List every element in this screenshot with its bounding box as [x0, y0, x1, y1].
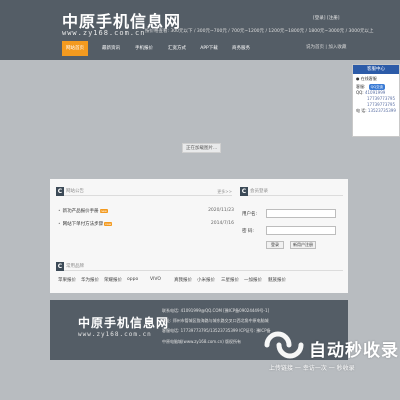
qq-number: 41091999 — [364, 90, 386, 95]
online-service-label: ● 在线客服 — [356, 76, 377, 81]
footer-logo-url: www.zy168.com.cn — [78, 331, 152, 338]
login-panel-header: C 会员登录 — [240, 187, 343, 196]
footer-info-line: 客服电话: 17739773795/13523735399 ICP证号: 豫IC… — [162, 328, 271, 333]
tel-label: 电 话: — [356, 108, 367, 113]
customer-service-panel: 客服中心 ● 在线客服 客服: QQ交谈 QQ: 41091999 177397… — [352, 64, 400, 137]
news-item-date: 2014/7/16 — [210, 221, 234, 226]
customer-service-header: 客服中心 — [353, 65, 399, 74]
homepage-favorite-links[interactable]: 说为首页 | 加入收藏 — [306, 44, 346, 50]
brand-link[interactable]: 华为报价 — [81, 277, 99, 283]
site-header: 中原手机信息网 www.zy168.com.cn [登录] [注册] 按价格查看… — [0, 0, 400, 60]
brand-link[interactable]: 真我报价 — [174, 277, 192, 283]
nav-item-prices[interactable]: 手机报价 — [129, 41, 159, 56]
site-logo-url: www.zy168.com.cn — [62, 29, 146, 37]
footer-info-line: 联系电话: 41091999@QQ.COM [豫ICP备09024449号-1] — [162, 308, 270, 313]
service-label: 客服: — [356, 84, 366, 89]
news-item[interactable]: • 网站下单付方法步骤 new 2014/7/16 — [58, 221, 234, 227]
loading-message: 正在加载图片... — [182, 143, 222, 153]
login-register-links[interactable]: [登录] [注册] — [313, 15, 339, 21]
brand-link[interactable]: VIVO — [150, 277, 161, 282]
login-panel-title: 会员登录 — [250, 189, 268, 194]
username-input[interactable] — [266, 209, 336, 218]
footer-info-line: 中原电脑城(www.zy168.com.cn) 版权所有 — [162, 339, 242, 344]
nav-item-app[interactable]: APP下载 — [194, 41, 224, 56]
new-badge: new — [99, 208, 108, 213]
phone-number-2: 17739773795 — [367, 102, 395, 107]
brand-link[interactable]: 魅族报价 — [268, 277, 286, 283]
phone-number-1: 17739773795 — [367, 96, 395, 101]
bullet-icon: • — [58, 209, 61, 214]
watermark-text: 自动秒收录 — [309, 341, 399, 361]
category-badge-icon: C — [56, 262, 64, 271]
new-badge: new — [104, 221, 113, 226]
bullet-icon: • — [58, 222, 61, 227]
tel-line: 电 话: 13523735399 — [353, 108, 399, 114]
news-panel-header: C 网站公告 更多>> — [56, 187, 232, 196]
nav-item-news[interactable]: 最新资讯 — [96, 41, 126, 56]
tel-number: 13523735399 — [367, 108, 396, 113]
news-item[interactable]: • 新功产品报价手册 new 2020/11/23 — [58, 208, 234, 214]
brand-link[interactable]: 一加报价 — [244, 277, 262, 283]
category-badge-icon: C — [56, 187, 64, 196]
news-item-text[interactable]: 网站下单付方法步骤 — [63, 222, 104, 227]
footer-logo-title: 中原手机信息网 — [78, 316, 170, 330]
nav-item-contact[interactable]: 汇宽方式 — [162, 41, 192, 56]
password-label: 密 码: — [242, 229, 254, 234]
brand-link[interactable]: 苹果报价 — [58, 277, 76, 283]
main-content: C 网站公告 更多>> • 新功产品报价手册 new 2020/11/23 • 网站下… — [50, 179, 348, 293]
footer-info-line: 地址: 郑州市管城区陇海路与城东路交叉口西北角中原电脑城 — [162, 318, 269, 323]
qq-label: QQ: — [356, 90, 364, 95]
watermark: 自动秒收录 上传链接 一 幸访一次 一 秒收录 — [263, 330, 398, 380]
login-button[interactable]: 登录 — [266, 241, 284, 249]
brands-panel-title: 常用品牌 — [66, 264, 84, 269]
brand-link[interactable]: oppo — [127, 277, 138, 282]
register-button[interactable]: 新用户注册 — [290, 241, 316, 249]
watermark-subtext: 上传链接 一 幸访一次 一 秒收录 — [269, 365, 355, 372]
price-filter-links[interactable]: 按价格查看: 300元以下 / 300元~700元 / 700元~1200元 /… — [145, 28, 373, 34]
news-item-text[interactable]: 新功产品报价手册 — [63, 209, 99, 214]
watermark-logo-icon — [264, 331, 304, 359]
password-input[interactable] — [266, 226, 336, 235]
news-panel-title: 网站公告 — [66, 189, 84, 194]
nav-item-home[interactable]: 网站首页 — [62, 41, 88, 56]
brand-link[interactable]: 小米报价 — [197, 277, 215, 283]
category-badge-icon: C — [240, 187, 248, 196]
news-item-date: 2020/11/23 — [208, 208, 234, 213]
username-label: 用户名: — [242, 212, 258, 217]
nav-item-business[interactable]: 商务服务 — [226, 41, 256, 56]
brand-link[interactable]: 三星报价 — [221, 277, 239, 283]
brand-link[interactable]: 荣耀报价 — [104, 277, 122, 283]
brands-panel-header: C 常用品牌 — [56, 262, 343, 271]
news-more-link[interactable]: 更多>> — [217, 189, 232, 195]
